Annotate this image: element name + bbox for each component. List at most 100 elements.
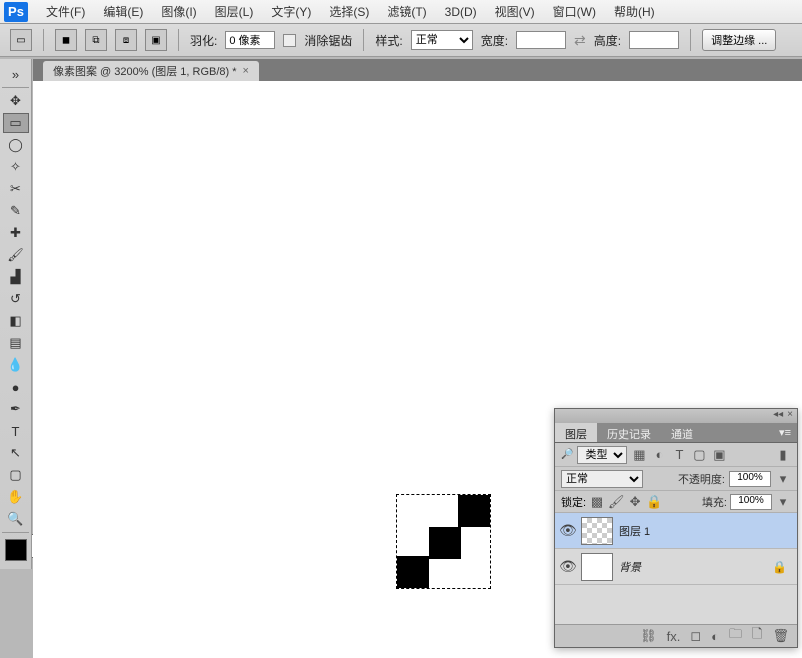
width-input[interactable] [516,31,566,49]
filter-adjust-icon[interactable]: ◐ [651,447,667,463]
layer-name-label[interactable]: 图层 1 [619,523,650,539]
marquee-tool-preset-icon[interactable]: ▭ [10,29,32,51]
close-panel-icon[interactable]: × [787,409,793,423]
filter-type-select[interactable]: 类型 [577,446,627,464]
type-tool-icon[interactable]: T [3,421,29,441]
dodge-tool-icon[interactable]: ● [3,377,29,397]
group-icon[interactable]: 🗀 [729,625,742,647]
height-input[interactable] [629,31,679,49]
refine-edge-button[interactable]: 调整边缘 ... [702,29,776,51]
crop-tool-icon[interactable]: ✂ [3,179,29,199]
divider [2,532,29,533]
layer-name-label[interactable]: 背景 [619,559,641,575]
menu-edit[interactable]: 编辑(E) [95,1,151,22]
layer-item-layer1[interactable]: 👁 图层 1 [555,513,797,549]
filter-type-icon[interactable]: T [671,447,687,463]
layer-style-icon[interactable]: fx. [667,629,681,644]
tab-layers[interactable]: 图层 [555,423,597,442]
antialias-checkbox[interactable] [283,34,296,47]
layer-item-background[interactable]: 👁 背景 🔒 [555,549,797,585]
pixel-block [458,495,490,527]
collapse-icon[interactable]: » [3,64,29,84]
menu-filter[interactable]: 滤镜(T) [379,1,434,22]
menu-window[interactable]: 窗口(W) [545,1,604,22]
adjustment-layer-icon[interactable]: ◐ [711,629,719,644]
filter-toggle-icon[interactable]: ▮ [775,447,791,463]
new-layer-icon[interactable]: 🗋 [752,625,762,647]
feather-label: 羽化: [190,32,217,49]
layer-mask-icon[interactable]: ◻ [690,628,701,644]
shape-tool-icon[interactable]: ▢ [3,465,29,485]
stamp-tool-icon[interactable]: ▟ [3,267,29,287]
menu-file[interactable]: 文件(F) [38,1,93,22]
menu-layer[interactable]: 图层(L) [207,1,262,22]
blend-mode-select[interactable]: 正常 [561,470,643,488]
layer-thumbnail[interactable] [581,517,613,545]
visibility-icon[interactable]: 👁 [559,522,575,539]
fill-dropdown-icon[interactable]: ▾ [775,494,791,510]
magic-wand-tool-icon[interactable]: ✧ [3,157,29,177]
separator [690,29,691,51]
filter-shape-icon[interactable]: ▢ [691,447,707,463]
feather-input[interactable] [225,31,275,49]
lock-all-icon[interactable]: 🔒 [646,494,662,510]
history-brush-tool-icon[interactable]: ↺ [3,289,29,309]
menu-image[interactable]: 图像(I) [153,1,204,22]
visibility-icon[interactable]: 👁 [559,558,575,575]
swap-wh-icon[interactable]: ⇄ [574,32,586,49]
marquee-tool-icon[interactable]: ▭ [3,113,29,133]
brush-tool-icon[interactable]: 🖌 [3,245,29,265]
layers-empty-area [555,585,797,625]
link-layers-icon[interactable]: ⛓ [640,628,657,644]
layers-panel: ◂◂ × 图层 历史记录 通道 ▾≡ 🔎 类型 ▦ ◐ T ▢ ▣ ▮ 正常 不… [554,408,798,648]
opacity-dropdown-icon[interactable]: ▾ [775,471,791,487]
fill-input[interactable]: 100% [730,494,772,510]
separator [363,29,364,51]
lock-position-icon[interactable]: ✥ [627,494,643,510]
menu-help[interactable]: 帮助(H) [606,1,663,22]
selection-intersect-icon[interactable]: ▣ [145,29,167,51]
layer-thumbnail[interactable] [581,553,613,581]
menu-type[interactable]: 文字(Y) [263,1,319,22]
width-label: 宽度: [481,32,508,49]
gradient-tool-icon[interactable]: ▤ [3,333,29,353]
pen-tool-icon[interactable]: ✒ [3,399,29,419]
delete-layer-icon[interactable]: 🗑 [772,628,789,644]
hand-tool-icon[interactable]: ✋ [3,487,29,507]
style-label: 样式: [375,32,402,49]
tab-channels[interactable]: 通道 [661,423,703,442]
tab-history[interactable]: 历史记录 [597,423,661,442]
zoom-tool-icon[interactable]: 🔍 [3,509,29,529]
close-icon[interactable]: × [243,65,249,77]
eyedropper-tool-icon[interactable]: ✎ [3,201,29,221]
eraser-tool-icon[interactable]: ◧ [3,311,29,331]
style-select[interactable]: 正常 [411,30,473,50]
menu-view[interactable]: 视图(V) [487,1,543,22]
selection-add-icon[interactable]: ⧉ [85,29,107,51]
filter-pixel-icon[interactable]: ▦ [631,447,647,463]
lasso-tool-icon[interactable]: ◯ [3,135,29,155]
lock-transparent-icon[interactable]: ▩ [589,494,605,510]
opacity-input[interactable]: 100% [729,471,771,487]
menu-3d[interactable]: 3D(D) [437,3,485,21]
layers-panel-footer: ⛓ fx. ◻ ◐ 🗀 🗋 🗑 [555,625,797,647]
panel-header[interactable]: ◂◂ × [555,409,797,423]
lock-pixels-icon[interactable]: 🖌 [608,494,624,510]
layer-filter-row: 🔎 类型 ▦ ◐ T ▢ ▣ ▮ [555,443,797,467]
healing-brush-tool-icon[interactable]: ✚ [3,223,29,243]
menu-select[interactable]: 选择(S) [321,1,377,22]
move-tool-icon[interactable]: ✥ [3,91,29,111]
panel-menu-icon[interactable]: ▾≡ [773,423,797,442]
menubar: Ps 文件(F) 编辑(E) 图像(I) 图层(L) 文字(Y) 选择(S) 滤… [0,0,802,24]
document-tab[interactable]: 像素图案 @ 3200% (图层 1, RGB/8) * × [43,61,259,81]
blur-tool-icon[interactable]: 💧 [3,355,29,375]
tools-toolbar: » ✥ ▭ ◯ ✧ ✂ ✎ ✚ 🖌 ▟ ↺ ◧ ▤ 💧 ● ✒ T ↖ ▢ ✋ … [0,59,32,569]
collapse-panel-icon[interactable]: ◂◂ [773,409,783,423]
separator [178,29,179,51]
selection-new-icon[interactable]: ◼ [55,29,77,51]
selection-subtract-icon[interactable]: ⧈ [115,29,137,51]
foreground-background-color[interactable] [5,539,27,561]
path-selection-tool-icon[interactable]: ↖ [3,443,29,463]
filter-smart-icon[interactable]: ▣ [711,447,727,463]
app-logo: Ps [4,2,28,22]
